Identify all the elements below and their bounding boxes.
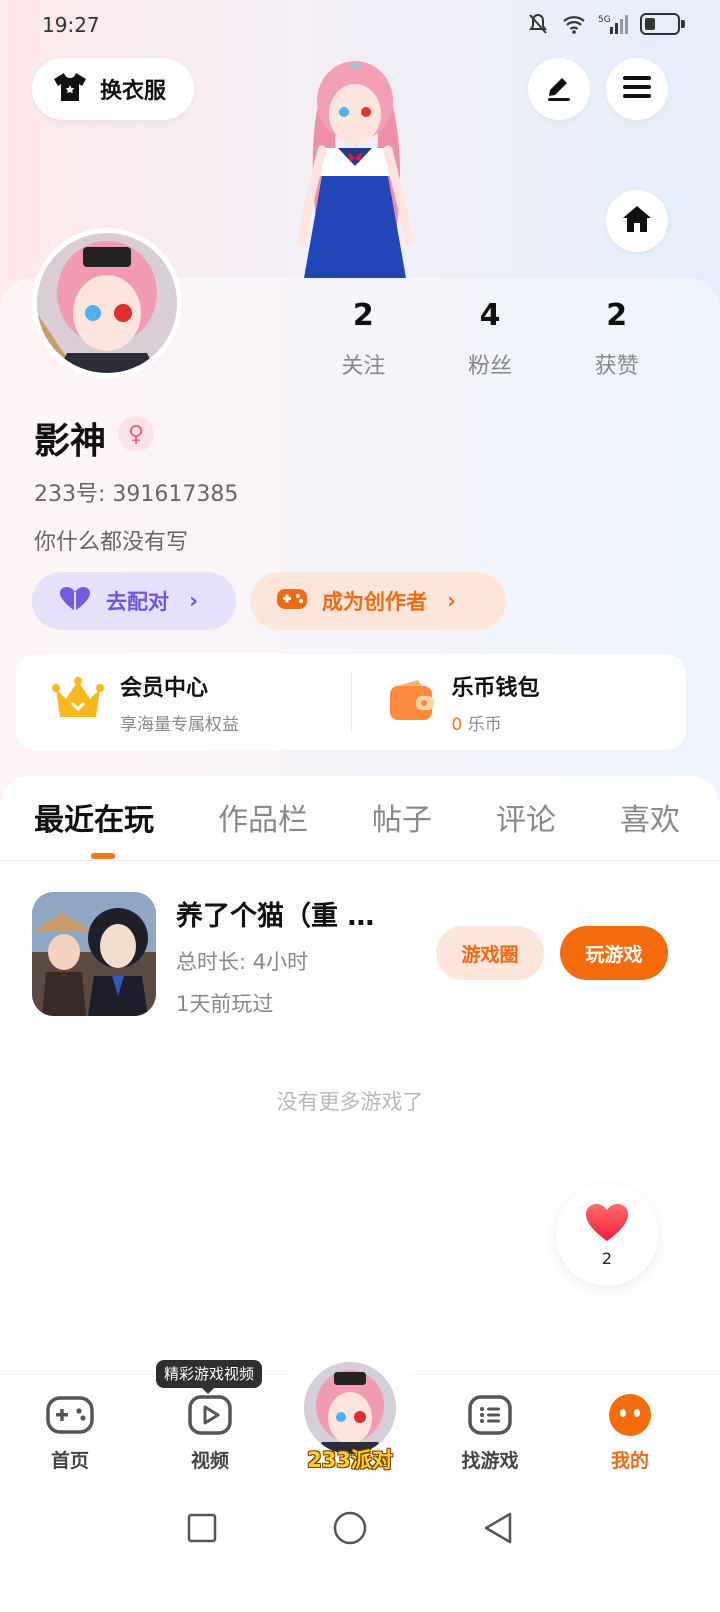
no-more-games-hint: 没有更多游戏了 bbox=[276, 1090, 424, 1114]
pair-button-label: 去配对 bbox=[106, 590, 169, 614]
wallet-amount: 0 bbox=[451, 714, 463, 735]
face-icon bbox=[580, 1392, 680, 1438]
cellular-signal-icon: 5G bbox=[598, 12, 628, 36]
gamepad-icon bbox=[276, 586, 308, 617]
home-system-button[interactable] bbox=[330, 1510, 370, 1550]
play-game-button[interactable]: 玩游戏 bbox=[560, 926, 668, 980]
active-tab-indicator bbox=[91, 853, 115, 859]
wallet-entry[interactable]: 乐币钱包 0 乐币 bbox=[352, 654, 687, 750]
wifi-icon bbox=[562, 12, 586, 36]
svg-text:5G: 5G bbox=[598, 15, 611, 25]
become-creator-label: 成为创作者 bbox=[322, 590, 427, 614]
mute-bell-icon bbox=[526, 12, 550, 36]
user-id[interactable]: 233号: 391617385 bbox=[34, 476, 238, 508]
wallet-icon bbox=[388, 678, 436, 726]
circle-icon bbox=[333, 1511, 367, 1549]
nav-mine-label: 我的 bbox=[610, 1450, 649, 1472]
nav-mine[interactable]: 我的 bbox=[580, 1392, 680, 1473]
party-label: 233派对 bbox=[307, 1448, 393, 1472]
stat-fans-count: 4 bbox=[479, 298, 501, 333]
change-outfit-label: 换衣服 bbox=[100, 79, 167, 104]
username: 影神 bbox=[34, 421, 107, 462]
member-wallet-card: 会员中心 享海量专属权益 乐币钱包 0 乐币 bbox=[16, 654, 686, 750]
party-avatar-button[interactable] bbox=[304, 1362, 396, 1454]
wallet-title: 乐币钱包 bbox=[451, 675, 540, 701]
nav-video[interactable]: 视频 bbox=[160, 1392, 260, 1473]
game-thumbnail[interactable] bbox=[32, 892, 156, 1016]
heart-icon bbox=[584, 1203, 630, 1247]
battery-icon bbox=[640, 13, 685, 35]
crown-icon bbox=[52, 677, 104, 727]
stat-following[interactable]: 2 关注 bbox=[300, 296, 427, 380]
menu-icon bbox=[622, 74, 652, 104]
list-icon bbox=[440, 1392, 540, 1438]
edit-profile-button[interactable] bbox=[528, 58, 590, 120]
nav-find-games[interactable]: 找游戏 bbox=[440, 1392, 540, 1473]
profile-stats: 2 关注 4 粉丝 2 获赞 bbox=[300, 296, 680, 380]
status-bar: 19:27 5G bbox=[0, 0, 720, 50]
wallet-unit: 乐币 bbox=[467, 714, 502, 735]
nav-home-label: 首页 bbox=[50, 1450, 89, 1472]
heart-pair-icon bbox=[58, 585, 92, 618]
nav-find-games-label: 找游戏 bbox=[461, 1450, 519, 1472]
content-panel bbox=[0, 776, 720, 1376]
vip-center-title: 会员中心 bbox=[120, 675, 209, 701]
video-tooltip: 精彩游戏视频 bbox=[156, 1360, 263, 1394]
divider bbox=[0, 860, 720, 861]
menu-button[interactable] bbox=[606, 58, 668, 120]
status-time: 19:27 bbox=[42, 13, 100, 37]
stat-fans-label: 粉丝 bbox=[468, 354, 513, 379]
nav-video-label: 视频 bbox=[190, 1450, 229, 1472]
stat-following-count: 2 bbox=[352, 298, 374, 333]
female-gender-icon: ♀ bbox=[118, 416, 154, 452]
tab-likes[interactable]: 喜欢 bbox=[620, 795, 680, 861]
like-count: 2 bbox=[601, 1248, 613, 1268]
stat-likes[interactable]: 2 获赞 bbox=[553, 296, 680, 380]
become-creator-button[interactable]: 成为创作者 › bbox=[250, 572, 506, 630]
game-circle-button[interactable]: 游戏圈 bbox=[436, 926, 544, 980]
back-triangle-icon bbox=[482, 1511, 514, 1549]
home-icon bbox=[621, 204, 653, 238]
nav-home[interactable]: 首页 bbox=[20, 1392, 120, 1473]
game-title: 养了个猫（重 … bbox=[176, 901, 375, 932]
home-space-button[interactable] bbox=[606, 190, 668, 252]
play-video-icon bbox=[160, 1392, 260, 1438]
system-navigation-bar bbox=[0, 1490, 720, 1612]
stat-following-label: 关注 bbox=[341, 354, 386, 379]
character-avatar-figure[interactable] bbox=[280, 56, 430, 278]
vip-center-entry[interactable]: 会员中心 享海量专属权益 bbox=[16, 654, 351, 750]
square-icon bbox=[187, 1513, 217, 1547]
game-last-played: 1天前玩过 bbox=[176, 992, 274, 1016]
game-total-time: 总时长: 4小时 bbox=[176, 950, 309, 974]
stat-fans[interactable]: 4 粉丝 bbox=[427, 296, 554, 380]
floating-like-button[interactable]: 2 bbox=[556, 1184, 658, 1286]
back-button[interactable] bbox=[478, 1510, 518, 1550]
chevron-right-icon: › bbox=[447, 588, 457, 614]
tshirt-icon bbox=[52, 71, 88, 107]
profile-avatar[interactable] bbox=[32, 228, 182, 378]
stat-likes-label: 获赞 bbox=[594, 354, 639, 379]
tab-comments[interactable]: 评论 bbox=[496, 795, 556, 861]
status-icons: 5G bbox=[526, 12, 685, 36]
wallet-balance: 0 乐币 bbox=[452, 710, 540, 735]
change-outfit-button[interactable]: 换衣服 bbox=[32, 58, 194, 120]
recent-apps-button[interactable] bbox=[182, 1510, 222, 1550]
recent-game-item[interactable]: 养了个猫（重 … 总时长: 4小时 1天前玩过 游戏圈 玩游戏 bbox=[32, 892, 692, 1016]
user-bio[interactable]: 你什么都没有写 bbox=[34, 524, 188, 556]
chevron-right-icon: › bbox=[189, 588, 199, 614]
tab-posts[interactable]: 帖子 bbox=[372, 795, 432, 861]
tab-recent-played[interactable]: 最近在玩 bbox=[34, 795, 154, 861]
stat-likes-count: 2 bbox=[606, 298, 628, 333]
tab-works[interactable]: 作品栏 bbox=[218, 795, 308, 861]
profile-tabs: 最近在玩 作品栏 帖子 评论 喜欢 bbox=[0, 795, 720, 861]
pen-icon bbox=[544, 72, 574, 106]
pair-button[interactable]: 去配对 › bbox=[32, 572, 236, 630]
vip-center-subtitle: 享海量专属权益 bbox=[120, 714, 239, 735]
gamepad-outline-icon bbox=[20, 1392, 120, 1438]
